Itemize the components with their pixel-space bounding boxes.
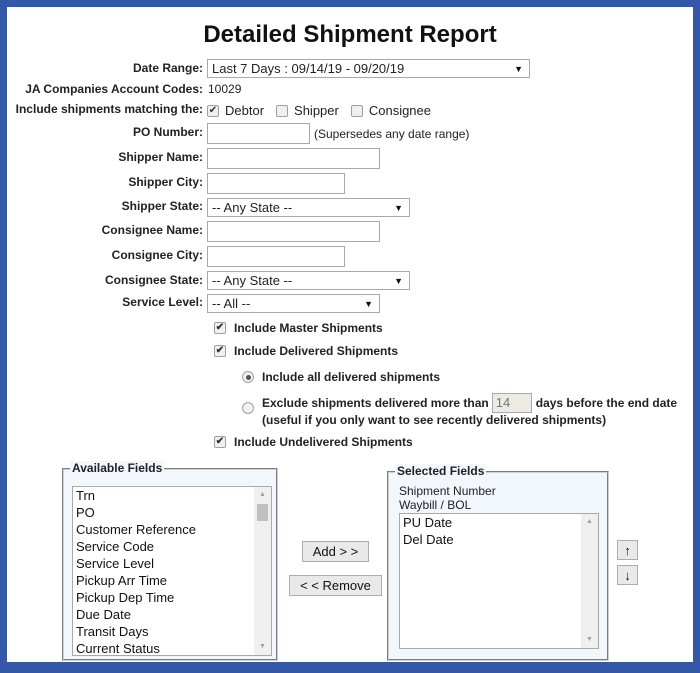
fixed-field: Waybill / BOL (399, 498, 472, 512)
undelivered-shipments-checkbox[interactable]: ✔ (214, 436, 226, 448)
consignee-state-value: -- Any State -- (212, 273, 293, 288)
chevron-down-icon: ▼ (514, 63, 523, 74)
account-codes-label: JA Companies Account Codes: (25, 82, 203, 96)
exclude-delivered-note: (useful if you only want to see recently… (262, 413, 607, 427)
scroll-thumb[interactable] (257, 504, 268, 521)
po-number-label: PO Number: (132, 125, 203, 139)
selected-fields-group: Selected Fields Shipment Number Waybill /… (387, 464, 609, 661)
list-item[interactable]: Service Code (73, 538, 271, 555)
chevron-down-icon: ▼ (394, 202, 403, 213)
report-panel: Detailed Shipment Report Date Range: Las… (7, 7, 693, 662)
scroll-down-icon[interactable]: ▼ (254, 639, 271, 655)
chevron-down-icon: ▼ (394, 275, 403, 286)
matching-label: Include shipments matching the: (15, 102, 203, 116)
remove-button[interactable]: < < Remove (289, 575, 382, 596)
delivered-shipments-checkbox[interactable]: ✔ (214, 345, 226, 357)
list-item[interactable]: Due Date (73, 606, 271, 623)
arrow-down-icon: ↓ (624, 567, 631, 583)
list-item[interactable]: PO (73, 504, 271, 521)
shipper-state-select[interactable]: -- Any State -- ▼ (207, 198, 410, 217)
all-delivered-radio[interactable] (242, 371, 254, 383)
list-item[interactable]: Del Date (400, 531, 598, 548)
service-level-value: -- All -- (212, 296, 251, 311)
debtor-label: Debtor (225, 103, 265, 118)
consignee-name-input[interactable] (207, 221, 380, 242)
selected-fields-legend: Selected Fields (395, 464, 487, 478)
service-level-label: Service Level: (122, 295, 203, 309)
undelivered-shipments-label: Include Undelivered Shipments (234, 435, 413, 449)
shipper-name-input[interactable] (207, 148, 380, 169)
list-item[interactable]: Service Level (73, 555, 271, 572)
shipper-state-label: Shipper State: (121, 199, 203, 213)
consignee-state-label: Consignee State: (104, 273, 203, 287)
master-shipments-label: Include Master Shipments (234, 321, 383, 335)
shipper-city-input[interactable] (207, 173, 345, 194)
list-item[interactable]: Pickup Arr Time (73, 572, 271, 589)
available-fields-list[interactable]: Trn PO Customer Reference Service Code Servi… (72, 486, 272, 656)
list-item[interactable]: Customer Reference (73, 521, 271, 538)
scroll-up-icon[interactable]: ▲ (254, 487, 271, 503)
date-range-select[interactable]: Last 7 Days : 09/14/19 - 09/20/19 ▼ (207, 59, 530, 78)
move-up-button[interactable]: ↑ (617, 540, 638, 560)
list-item[interactable]: Pickup Dep Time (73, 589, 271, 606)
consignee-city-input[interactable] (207, 246, 345, 267)
page-title: Detailed Shipment Report (203, 21, 497, 48)
exclude-delivered-label: Exclude shipments delivered more than (262, 396, 489, 410)
date-range-value: Last 7 Days : 09/14/19 - 09/20/19 (212, 61, 405, 76)
shipper-checkbox[interactable] (276, 104, 289, 117)
consignee-city-label: Consignee City: (111, 248, 203, 262)
add-button[interactable]: Add > > (302, 541, 369, 562)
all-delivered-label: Include all delivered shipments (262, 370, 441, 384)
consignee-state-select[interactable]: -- Any State -- ▼ (207, 271, 410, 290)
available-fields-legend: Available Fields (70, 461, 165, 475)
scrollbar[interactable]: ▲ ▼ (254, 487, 271, 655)
consignee-label: Consignee (368, 103, 431, 118)
list-item[interactable]: PU Date (400, 514, 598, 531)
exclude-days-input[interactable]: 14 (491, 393, 532, 413)
exclude-delivered-radio[interactable] (242, 402, 254, 414)
shipper-name-label: Shipper Name: (118, 150, 203, 164)
list-item[interactable]: Trn (73, 487, 271, 504)
list-item[interactable]: Current Status (73, 640, 271, 655)
shipper-state-value: -- Any State -- (212, 200, 293, 215)
debtor-checkbox[interactable]: ✔ (207, 104, 219, 117)
shipper-label: Shipper (294, 103, 339, 118)
consignee-name-label: Consignee Name: (101, 223, 203, 237)
date-range-label: Date Range: (132, 61, 203, 75)
scrollbar[interactable]: ▲ ▼ (581, 514, 598, 648)
available-fields-group: Available Fields Trn PO Customer Reference… (62, 461, 278, 661)
fixed-field: Shipment Number (399, 484, 496, 498)
delivered-shipments-label: Include Delivered Shipments (234, 344, 399, 358)
exclude-delivered-suffix: days before the end date (535, 396, 678, 410)
master-shipments-checkbox[interactable]: ✔ (214, 322, 226, 334)
move-down-button[interactable]: ↓ (617, 565, 638, 585)
service-level-select[interactable]: -- All -- ▼ (207, 294, 380, 313)
arrow-up-icon: ↑ (624, 542, 631, 558)
po-number-note: (Supersedes any date range) (314, 126, 470, 141)
scroll-down-icon[interactable]: ▼ (581, 632, 598, 648)
po-number-input[interactable] (207, 123, 310, 144)
shipper-city-label: Shipper City: (128, 175, 203, 189)
selected-fields-list[interactable]: PU Date Del Date ▲ ▼ (399, 513, 599, 649)
scroll-up-icon[interactable]: ▲ (581, 514, 598, 530)
consignee-checkbox[interactable] (350, 104, 363, 117)
chevron-down-icon: ▼ (364, 298, 373, 309)
list-item[interactable]: Transit Days (73, 623, 271, 640)
account-codes-value: 10029 (208, 82, 242, 96)
